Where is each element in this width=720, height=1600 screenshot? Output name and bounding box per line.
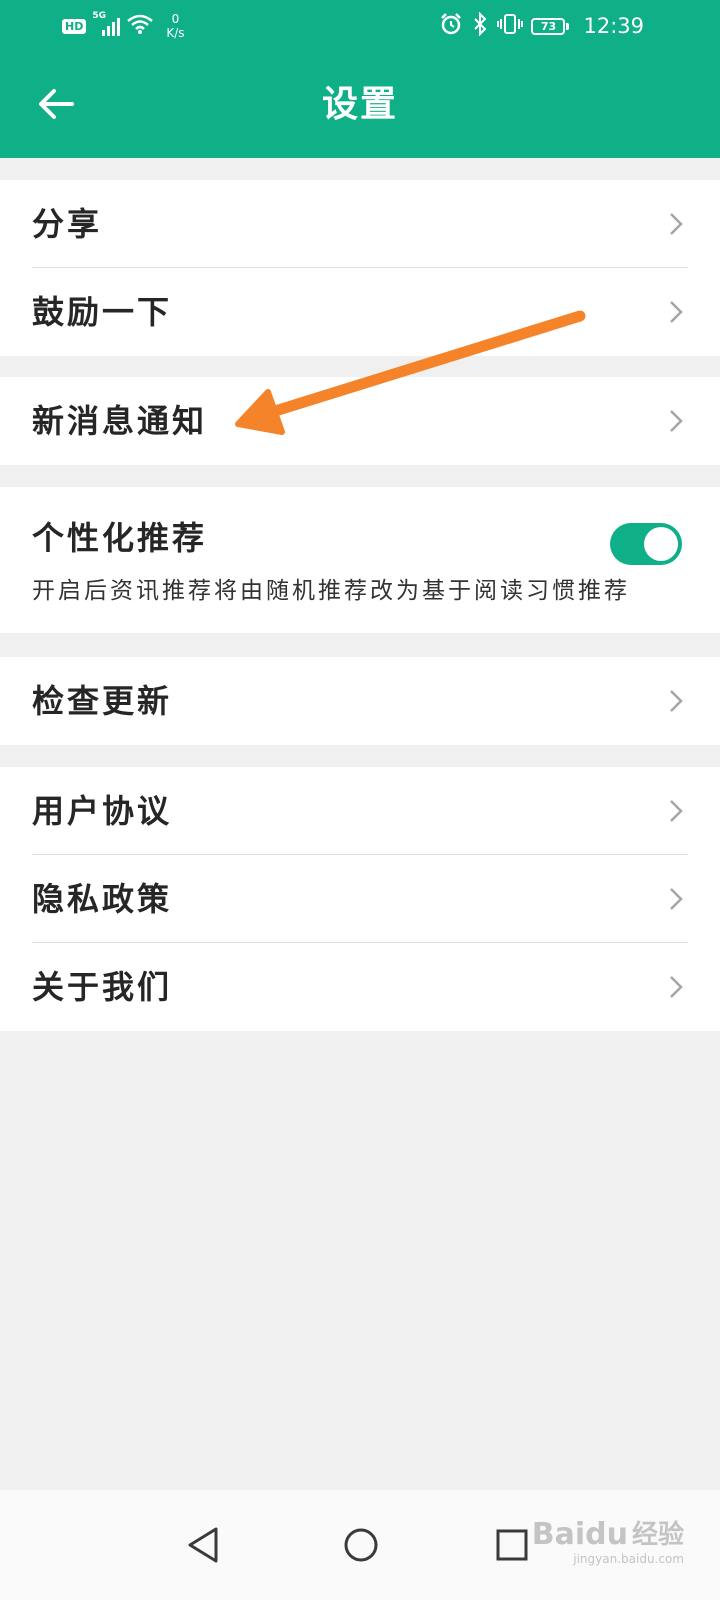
notifications-label: 新消息通知 <box>32 402 208 440</box>
check-update-row[interactable]: 检查更新 <box>0 657 720 745</box>
privacy-policy-row[interactable]: 隐私政策 <box>0 855 720 943</box>
encourage-row[interactable]: 鼓励一下 <box>0 268 720 356</box>
vibrate-icon <box>497 12 524 40</box>
user-agreement-row[interactable]: 用户协议 <box>0 767 720 855</box>
watermark-url: jingyan.baidu.com <box>573 1552 684 1566</box>
personalized-description: 开启后资讯推荐将由随机推荐改为基于阅读习惯推荐 <box>32 578 630 604</box>
personalized-toggle[interactable] <box>610 523 682 565</box>
check-update-label: 检查更新 <box>32 682 173 720</box>
toggle-knob <box>644 527 678 561</box>
network-speed-unit: K/s <box>166 26 185 40</box>
notifications-row[interactable]: 新消息通知 <box>0 377 720 465</box>
chevron-right-icon <box>670 976 683 998</box>
square-recents-icon <box>496 1529 528 1561</box>
settings-group-notifications: 新消息通知 <box>0 377 720 465</box>
user-agreement-label: 用户协议 <box>32 792 173 830</box>
network-speed: 0 K/s <box>166 12 184 40</box>
wifi-icon <box>126 13 154 39</box>
status-bar: HD 5G 0 K/s 73 12:39 <box>0 0 720 50</box>
circle-home-icon <box>344 1528 378 1562</box>
settings-group-general: 分享 鼓励一下 <box>0 180 720 356</box>
nav-back-button[interactable] <box>168 1510 238 1580</box>
chevron-right-icon <box>670 213 683 235</box>
chevron-right-icon <box>670 410 683 432</box>
watermark-logo-text: Baidu <box>531 1517 628 1552</box>
share-row[interactable]: 分享 <box>0 180 720 268</box>
triangle-back-icon <box>188 1527 218 1563</box>
network-type-label: 5G <box>92 11 106 21</box>
status-bar-left: HD 5G 0 K/s <box>62 8 185 44</box>
baidu-jingyan-watermark: Baidu 经验 jingyan.baidu.com <box>532 1518 684 1567</box>
about-us-row[interactable]: 关于我们 <box>0 943 720 1031</box>
settings-group-personalized: 个性化推荐 开启后资讯推荐将由随机推荐改为基于阅读习惯推荐 <box>0 487 720 633</box>
status-time: 12:39 <box>583 14 644 38</box>
share-label: 分享 <box>32 205 103 243</box>
encourage-label: 鼓励一下 <box>32 293 173 331</box>
settings-group-about: 用户协议 隐私政策 关于我们 <box>0 767 720 1031</box>
chevron-right-icon <box>670 800 683 822</box>
personalized-label: 个性化推荐 <box>32 519 208 557</box>
network-speed-value: 0 <box>171 12 180 26</box>
cellular-signal-icon: 5G <box>92 11 121 37</box>
privacy-policy-label: 隐私政策 <box>32 880 173 918</box>
chevron-right-icon <box>670 301 683 323</box>
alarm-icon <box>439 12 463 40</box>
about-us-label: 关于我们 <box>32 968 173 1006</box>
watermark-cn-text: 经验 <box>631 1520 684 1550</box>
app-header: HD 5G 0 K/s 73 12:39 设置 <box>0 0 720 158</box>
settings-group-update: 检查更新 <box>0 657 720 745</box>
battery-icon: 73 <box>531 17 570 35</box>
system-nav-bar: Baidu 经验 jingyan.baidu.com <box>0 1490 720 1600</box>
page-title: 设置 <box>321 83 398 125</box>
chevron-right-icon <box>670 690 683 712</box>
hd-badge: HD <box>62 18 87 34</box>
status-bar-right: 73 12:39 <box>439 8 644 44</box>
nav-home-button[interactable] <box>326 1510 396 1580</box>
watermark-logo: Baidu 经验 <box>532 1518 684 1552</box>
bluetooth-icon <box>471 11 489 40</box>
chevron-right-icon <box>670 888 683 910</box>
